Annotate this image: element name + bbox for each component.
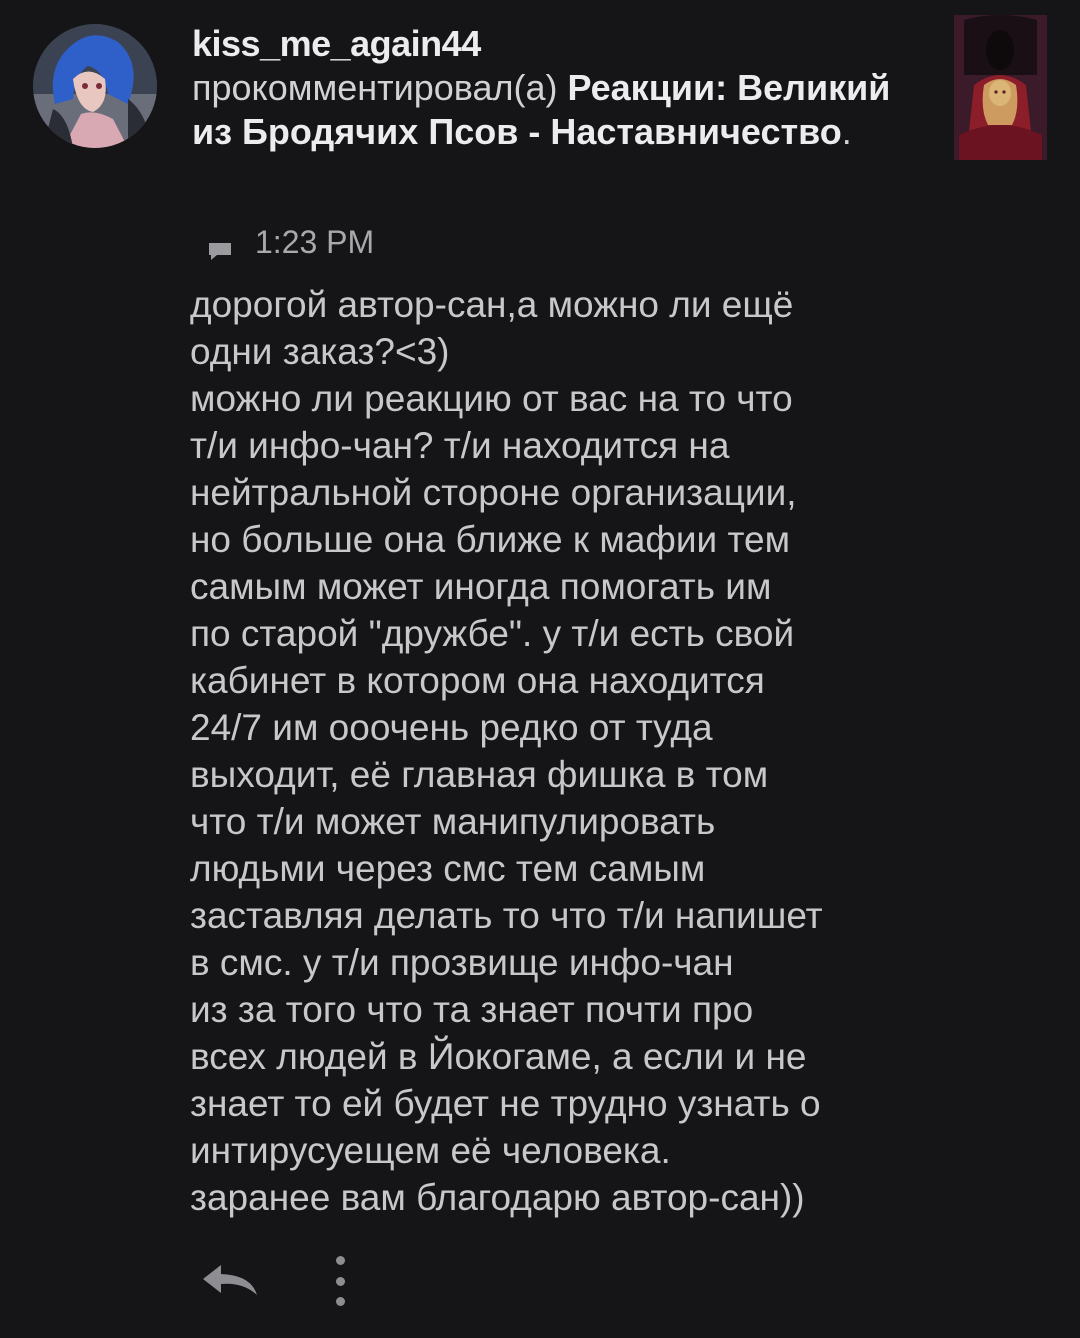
- comment-time: 1:23 PM: [255, 223, 375, 260]
- comment-notification: kiss_me_again44 прокомментировал(а) Реак…: [0, 0, 1080, 1338]
- comment-line: заранее вам благодарю автор-сан)): [190, 1177, 805, 1218]
- comment-meta: 1:23 PM: [207, 222, 374, 262]
- comment-icon: [207, 232, 233, 260]
- comment-line: что т/и может манипулировать: [190, 801, 716, 842]
- comment-line: одни заказ?<3): [190, 331, 450, 372]
- comment-line: нейтральной стороне организации,: [190, 472, 797, 513]
- more-vertical-icon: [335, 1276, 345, 1286]
- comment-line: знает то ей будет не трудно узнать о: [190, 1083, 821, 1124]
- more-options-button[interactable]: [328, 1256, 352, 1306]
- action-text: прокомментировал(а): [192, 67, 568, 108]
- comment-line: выходит, её главная фишка в том: [190, 754, 769, 795]
- reply-icon: [203, 1265, 257, 1295]
- comment-line: всех людей в Йокогаме, а если и не: [190, 1036, 807, 1077]
- comment-line: но больше она ближе к мафии тем: [190, 519, 791, 560]
- comment-line: самым может иногда помогать им: [190, 566, 772, 607]
- comment-line: интирусуещем её человека.: [190, 1130, 671, 1171]
- comment-line: т/и инфо-чан? т/и находится на: [190, 425, 730, 466]
- notification-header: kiss_me_again44 прокомментировал(а) Реак…: [192, 22, 912, 154]
- comment-line: кабинет в котором она находится: [190, 660, 765, 701]
- user-avatar[interactable]: [33, 24, 157, 148]
- comment-line: 24/7 им ооочень редко от туда: [190, 707, 713, 748]
- post-thumbnail[interactable]: [954, 15, 1047, 160]
- avatar-image: [33, 24, 157, 148]
- comment-actions: [196, 1256, 352, 1306]
- comment-line: заставляя делать то что т/и напишет: [190, 895, 823, 936]
- comment-line: по старой "дружбе". у т/и есть свой: [190, 613, 795, 654]
- title-suffix: .: [841, 111, 852, 152]
- thumbnail-image: [954, 15, 1047, 160]
- comment-line: можно ли реакцию от вас на то что: [190, 378, 793, 419]
- comment-line: в смс. у т/и прозвище инфо-чан: [190, 942, 734, 983]
- username[interactable]: kiss_me_again44: [192, 22, 912, 66]
- reply-button[interactable]: [196, 1258, 264, 1304]
- comment-line: дорогой автор-сан,а можно ли ещё: [190, 284, 794, 325]
- more-vertical-icon: [335, 1297, 345, 1306]
- comment-line: людьми через смс тем самым: [190, 848, 706, 889]
- comment-body: дорогой автор-сан,а можно ли ещё одни за…: [190, 281, 950, 1221]
- more-vertical-icon: [335, 1256, 345, 1265]
- comment-line: из за того что та знает почти про: [190, 989, 754, 1030]
